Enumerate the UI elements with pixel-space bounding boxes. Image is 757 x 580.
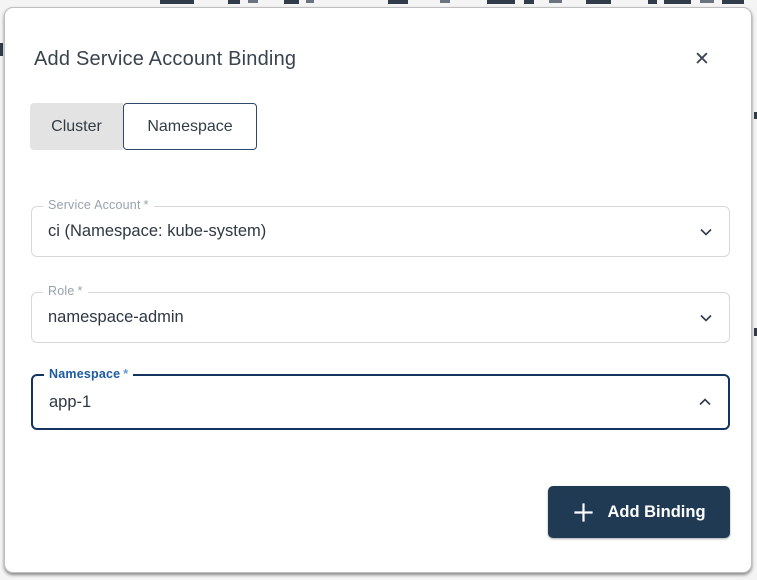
close-icon[interactable]: ✕ (689, 46, 715, 72)
background-page-fragment (722, 0, 744, 4)
binding-scope-toggle: Cluster Namespace (30, 103, 257, 150)
background-page-fragment (664, 0, 691, 4)
namespace-select[interactable]: Namespace * app-1 (31, 367, 730, 430)
role-select[interactable]: Role * namespace-admin (31, 284, 730, 343)
tab-cluster[interactable]: Cluster (30, 103, 123, 150)
background-page-fragment (440, 0, 450, 3)
tab-namespace[interactable]: Namespace (123, 103, 257, 150)
plus-icon (572, 501, 595, 524)
background-page-fragment (648, 0, 657, 4)
add-binding-button[interactable]: Add Binding (548, 486, 730, 538)
add-binding-label: Add Binding (607, 502, 706, 521)
background-page-fragment (586, 0, 611, 4)
service-account-value: ci (Namespace: kube-system) (48, 222, 267, 240)
background-page-fragment (228, 0, 240, 4)
add-service-account-binding-dialog: Add Service Account Binding ✕ Cluster Na… (4, 7, 752, 573)
background-page-fragment (487, 0, 515, 4)
dialog-title: Add Service Account Binding (34, 48, 297, 70)
chevron-down-icon (698, 310, 714, 326)
background-page-fragment (0, 43, 3, 56)
background-page-fragment (306, 0, 314, 3)
role-value: namespace-admin (48, 308, 184, 326)
background-page-fragment (700, 0, 714, 3)
background-page-fragment (524, 0, 534, 4)
background-page-fragment (549, 0, 562, 3)
background-page-fragment (160, 0, 194, 4)
chevron-up-icon (697, 394, 713, 410)
background-page-fragment (388, 0, 408, 4)
chevron-down-icon (698, 224, 714, 240)
namespace-value: app-1 (49, 392, 92, 411)
service-account-select[interactable]: Service Account * ci (Namespace: kube-sys… (31, 198, 730, 257)
background-page-fragment (284, 0, 299, 4)
background-page-fragment (248, 0, 258, 3)
